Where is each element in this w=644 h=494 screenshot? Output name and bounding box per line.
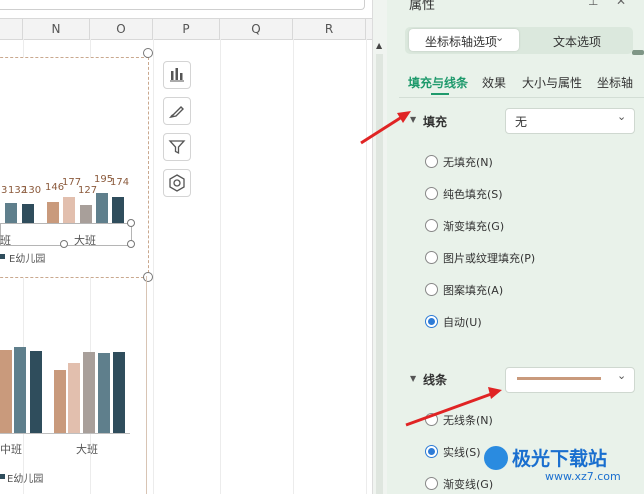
column-header-r[interactable]: R	[293, 19, 366, 39]
radio-no-fill[interactable]	[425, 155, 438, 168]
subtab-fill-line[interactable]: 填充与线条	[408, 74, 468, 91]
fill-section-heading[interactable]: 填充	[423, 113, 447, 130]
radio-auto-fill[interactable]	[425, 315, 438, 328]
chart-bar[interactable]	[54, 370, 66, 433]
filter-icon	[168, 140, 186, 155]
chart-bar[interactable]	[47, 202, 59, 223]
radio-picture-fill-label: 图片或纹理填充(P)	[443, 252, 536, 265]
radio-pattern-fill-label: 图案填充(A)	[443, 284, 504, 297]
annotation-arrow-icon	[360, 111, 411, 145]
pin-icon[interactable]: ⊥	[588, 0, 598, 8]
chart-legend: E幼儿园	[7, 474, 44, 485]
radio-gradient-line[interactable]	[425, 477, 438, 490]
category-label: 中班	[0, 443, 22, 456]
radio-gradient-fill[interactable]	[425, 219, 438, 232]
column-header-row: N O P Q R	[0, 18, 372, 40]
radio-auto-fill-label: 自动(U)	[443, 316, 482, 329]
spreadsheet-area[interactable]: N O P Q R 3 132 130 146 177 127 195 174 …	[0, 0, 372, 494]
category-label: 班	[0, 234, 11, 247]
watermark-logo-icon	[484, 446, 508, 470]
chart-data-label: 127	[78, 185, 98, 196]
settings-hexagon-icon	[169, 174, 185, 192]
chart-bar[interactable]	[80, 205, 92, 223]
radio-pattern-fill[interactable]	[425, 283, 438, 296]
chart-bar[interactable]	[98, 353, 110, 433]
chart-data-label: 174	[110, 177, 130, 188]
radio-solid-fill[interactable]	[425, 187, 438, 200]
line-color-dropdown[interactable]	[505, 367, 635, 393]
chevron-down-icon[interactable]: ⌄	[495, 31, 504, 44]
chart-elements-icon	[170, 68, 184, 82]
chart-bar[interactable]	[63, 197, 75, 223]
column-header-n[interactable]: N	[23, 19, 90, 39]
chart-legend: E幼儿园	[9, 254, 46, 265]
divider	[399, 97, 644, 98]
chart-elements-button[interactable]	[163, 61, 191, 89]
category-label: 大班	[76, 443, 98, 456]
subtab-effects[interactable]: 效果	[482, 74, 506, 91]
chart-bar[interactable]	[0, 350, 12, 433]
vertical-scrollbar[interactable]: ▲	[372, 0, 387, 494]
subtab-active-indicator	[431, 93, 449, 95]
category-axis	[0, 433, 130, 434]
legend-swatch	[0, 254, 5, 259]
axis-handle[interactable]	[127, 240, 135, 248]
chart-settings-button[interactable]	[163, 169, 191, 197]
panel-scroll-indicator[interactable]	[632, 50, 644, 55]
scroll-up-icon[interactable]: ▲	[376, 41, 382, 50]
radio-solid-line[interactable]	[425, 445, 438, 458]
formula-bar[interactable]	[0, 0, 365, 10]
close-icon[interactable]: ✕	[616, 0, 626, 8]
tab-text-options[interactable]: 文本选项	[553, 33, 601, 50]
line-color-swatch	[517, 377, 601, 380]
chart-bar[interactable]	[14, 347, 26, 433]
subtab-size-properties[interactable]: 大小与属性	[522, 74, 582, 91]
panel-title: 属性	[409, 0, 436, 13]
chart-data-label: 130	[22, 185, 42, 196]
radio-solid-line-label: 实线(S)	[443, 446, 481, 459]
chevron-down-icon: ⌄	[617, 369, 627, 382]
column-header-p[interactable]: P	[153, 19, 220, 39]
radio-solid-fill-label: 纯色填充(S)	[443, 188, 503, 201]
chart-bar[interactable]	[112, 197, 124, 223]
watermark-site-name: 极光下载站	[512, 448, 608, 470]
collapse-triangle-icon[interactable]: ▼	[410, 374, 416, 383]
chart-bar[interactable]	[68, 363, 80, 433]
tab-axis-options-label: 坐标标轴选项	[425, 35, 498, 49]
radio-gradient-line-label: 渐变线(G)	[443, 478, 494, 491]
annotation-arrow-icon	[405, 387, 502, 427]
resize-handle-top-right[interactable]	[143, 48, 153, 58]
fill-dropdown-value: 无	[515, 115, 528, 129]
chart-data-label: 3	[1, 185, 8, 196]
chart-bar[interactable]	[5, 203, 17, 223]
chevron-down-icon: ⌄	[617, 110, 627, 123]
watermark-url: www.xz7.com	[545, 470, 621, 483]
legend-swatch	[0, 474, 5, 479]
radio-no-fill-label: 无填充(N)	[443, 156, 493, 169]
radio-picture-fill[interactable]	[425, 251, 438, 264]
column-header-o[interactable]: O	[90, 19, 153, 39]
chart-bar[interactable]	[22, 204, 34, 223]
chart-bar[interactable]	[30, 351, 42, 433]
chart-bar[interactable]	[83, 352, 95, 433]
axis-handle[interactable]	[127, 219, 135, 227]
column-header-q[interactable]: Q	[220, 19, 293, 39]
axis-handle[interactable]	[60, 240, 68, 248]
chart-bar[interactable]	[96, 193, 108, 223]
chevron-down-icon[interactable]: ⌄	[444, 0, 452, 3]
chart-bar[interactable]	[113, 352, 125, 433]
category-label: 大班	[74, 234, 96, 247]
chart-filter-button[interactable]	[163, 133, 191, 161]
radio-gradient-fill-label: 渐变填充(G)	[443, 220, 505, 233]
subtab-axis[interactable]: 坐标轴	[597, 74, 633, 91]
column-header-partial[interactable]	[0, 19, 23, 39]
brush-icon	[168, 106, 184, 119]
chart-style-button[interactable]	[163, 97, 191, 125]
